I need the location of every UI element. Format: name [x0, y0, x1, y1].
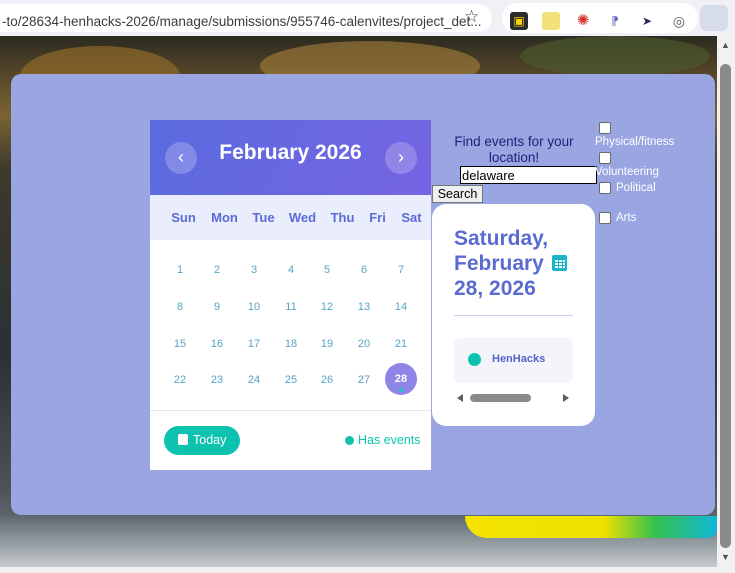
day-cell[interactable]: 20	[348, 338, 380, 350]
address-bar[interactable]: -to/28634-henhacks-2026/manage/submissio…	[0, 4, 492, 32]
date-day-year: 28, 2026	[454, 277, 536, 300]
filter-volunteering-checkbox[interactable]	[599, 152, 611, 164]
day-cell[interactable]: 8	[164, 301, 196, 313]
day-cell[interactable]: 13	[348, 301, 380, 313]
extension-pin-icon[interactable]: ⁋	[606, 12, 624, 30]
filter-arts-label: Arts	[616, 212, 637, 224]
filter-arts-checkbox[interactable]	[599, 212, 611, 224]
today-label: Today	[193, 433, 227, 447]
day-cell[interactable]: 26	[311, 374, 343, 386]
event-item[interactable]: HenHacks	[454, 338, 573, 383]
calendar-header: ‹ February 2026 ›	[150, 120, 431, 195]
day-cell[interactable]: 24	[238, 374, 270, 386]
day-cell[interactable]: 3	[238, 264, 270, 276]
scrollbar-thumb[interactable]	[720, 64, 731, 548]
day-cell[interactable]: 7	[385, 264, 417, 276]
scroll-up-icon[interactable]: ▲	[721, 40, 730, 50]
day-cell[interactable]: 5	[311, 264, 343, 276]
browser-toolbar: -to/28634-henhacks-2026/manage/submissio…	[0, 0, 735, 36]
calendar-divider	[150, 410, 431, 411]
extension-target-icon[interactable]: ✺	[574, 12, 592, 30]
day-cell[interactable]: 19	[311, 338, 343, 350]
day-cell[interactable]: 15	[164, 338, 196, 350]
date-month: February	[454, 252, 544, 275]
kayak-image	[465, 516, 717, 538]
bookmark-star-icon[interactable]: ☆	[464, 7, 479, 27]
day-cell[interactable]: 22	[164, 374, 196, 386]
has-events-legend: Has events	[358, 433, 421, 447]
day-cell[interactable]: 27	[348, 374, 380, 386]
search-button[interactable]: Search	[432, 185, 483, 203]
scroll-down-icon[interactable]: ▼	[721, 552, 730, 562]
calendar-icon	[552, 255, 567, 271]
weekday-sat: Sat	[401, 210, 422, 225]
weekday-row: Sun Mon Tue Wed Thu Fri Sat	[150, 195, 431, 240]
weekday-wed: Wed	[288, 210, 317, 225]
day-detail-card: Saturday, February 28, 2026 HenHacks	[432, 204, 595, 426]
day-cell[interactable]: 11	[275, 301, 307, 313]
next-month-button[interactable]: ›	[385, 142, 417, 174]
extension-grammarly-icon[interactable]: ◎	[670, 12, 688, 30]
weekday-tue: Tue	[252, 210, 275, 225]
weekday-mon: Mon	[211, 210, 238, 225]
today-button[interactable]: Today	[164, 426, 240, 455]
event-name: HenHacks	[492, 353, 546, 365]
day-cell[interactable]: 16	[201, 338, 233, 350]
extension-active-icon[interactable]	[700, 5, 728, 31]
day-cell[interactable]: 14	[385, 301, 417, 313]
filter-political-label: Political	[616, 182, 656, 194]
filter-physical-checkbox[interactable]	[599, 122, 611, 134]
filter-physical-label: Physical/fitness	[595, 136, 675, 148]
weekday-fri: Fri	[369, 210, 386, 225]
day-cell[interactable]: 4	[275, 264, 307, 276]
filter-volunteering-label: Volunteering	[595, 166, 659, 178]
day-cell[interactable]: 18	[275, 338, 307, 350]
calendar-widget: ‹ February 2026 › Sun Mon Tue Wed Thu Fr…	[150, 120, 431, 470]
event-dot-icon	[468, 353, 481, 366]
date-weekday: Saturday,	[454, 227, 549, 250]
has-events-dot-icon	[345, 436, 354, 445]
card-divider	[454, 315, 573, 316]
day-cell[interactable]: 10	[238, 301, 270, 313]
filter-political-checkbox[interactable]	[599, 182, 611, 194]
day-cell[interactable]: 23	[201, 374, 233, 386]
day-cell[interactable]: 1	[164, 264, 196, 276]
day-cell[interactable]: 2	[201, 264, 233, 276]
extension-1-icon[interactable]: ▣	[510, 12, 528, 30]
search-prompt: Find events for your location!	[454, 134, 574, 165]
weekday-thu: Thu	[330, 210, 355, 225]
event-indicator-dot	[399, 388, 403, 392]
day-cell[interactable]: 12	[311, 301, 343, 313]
day-cell[interactable]: 25	[275, 374, 307, 386]
selected-date-title: Saturday, February 28, 2026	[454, 226, 594, 301]
extensions-bar: ▣ ✺ ⁋ ➤ ◎	[502, 3, 698, 33]
horizontal-scrollbar[interactable]	[0, 567, 735, 573]
day-cell[interactable]: 21	[385, 338, 417, 350]
weekday-sun: Sun	[171, 210, 196, 225]
scroll-left-icon[interactable]	[457, 394, 463, 402]
extension-pointer-icon[interactable]: ➤	[638, 12, 656, 30]
extension-notes-icon[interactable]	[542, 12, 560, 30]
calendar-today-icon	[178, 434, 188, 445]
scroll-right-icon[interactable]	[563, 394, 569, 402]
url-text[interactable]: -to/28634-henhacks-2026/manage/submissio…	[2, 14, 482, 29]
day-cell[interactable]: 17	[238, 338, 270, 350]
location-input[interactable]	[460, 166, 597, 184]
chevron-right-icon: ›	[398, 147, 404, 167]
day-cell[interactable]: 9	[201, 301, 233, 313]
card-scrollbar-thumb[interactable]	[470, 394, 531, 402]
day-cell[interactable]: 6	[348, 264, 380, 276]
vertical-scrollbar[interactable]: ▲ ▼	[717, 36, 735, 567]
